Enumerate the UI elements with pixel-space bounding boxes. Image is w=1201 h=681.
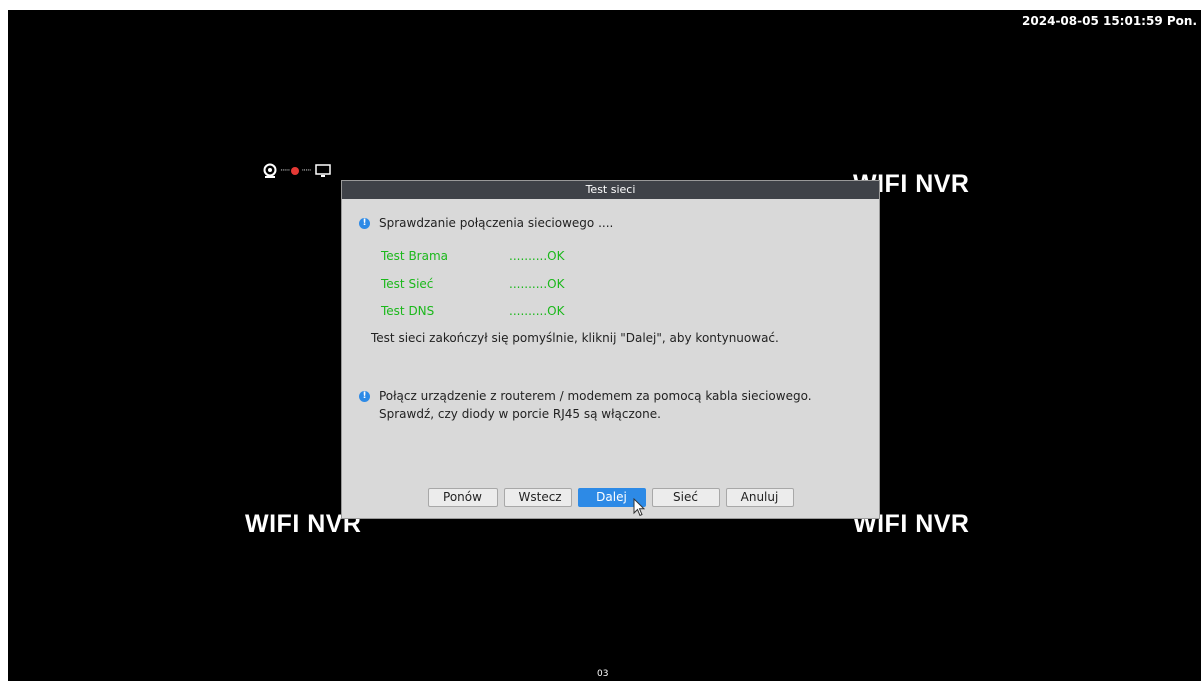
network-test-dialog: Test sieci ! Sprawdzanie połączenia siec… <box>341 180 880 519</box>
link-dots-right: ····· <box>301 166 311 176</box>
disconnected-icon <box>291 167 300 175</box>
link-dots-left: ····· <box>280 166 290 176</box>
channel-number: 03 <box>597 669 609 679</box>
datetime-overlay: 2024-08-05 15:01:59 Pon. <box>1022 14 1197 28</box>
monitor-icon <box>314 164 331 177</box>
cable-note-text: Połącz urządzenie z routerem / modemem z… <box>379 389 812 421</box>
test-summary: Test sieci zakończył się pomyślnie, klik… <box>371 331 779 345</box>
network-button[interactable]: Sieć <box>651 488 720 507</box>
checking-text: Sprawdzanie połączenia sieciowego .... <box>379 216 614 230</box>
test-network-result: ..........OK <box>509 277 565 291</box>
test-dns-result: ..........OK <box>509 304 565 318</box>
dialog-buttons: Ponów Wstecz Dalej Sieć Anuluj <box>342 488 879 508</box>
back-button[interactable]: Wstecz <box>503 488 572 507</box>
dialog-title: Test sieci <box>342 181 879 199</box>
test-gateway-result: ..........OK <box>509 249 565 263</box>
connection-status: ····· ····· <box>262 162 331 180</box>
test-gateway-label: Test Brama <box>381 249 449 263</box>
info-icon: ! <box>359 391 370 402</box>
test-dns-label: Test DNS <box>381 304 435 318</box>
camera-icon <box>263 163 277 178</box>
mouse-cursor-icon <box>633 498 645 517</box>
checking-row: ! Sprawdzanie połączenia sieciowego .... <box>359 216 613 230</box>
info-icon: ! <box>359 217 370 229</box>
test-network-label: Test Sieć <box>381 277 434 291</box>
retry-button[interactable]: Ponów <box>427 488 498 507</box>
cable-note: ! Połącz urządzenie z routerem / modemem… <box>359 387 859 423</box>
cancel-button[interactable]: Anuluj <box>725 488 794 507</box>
